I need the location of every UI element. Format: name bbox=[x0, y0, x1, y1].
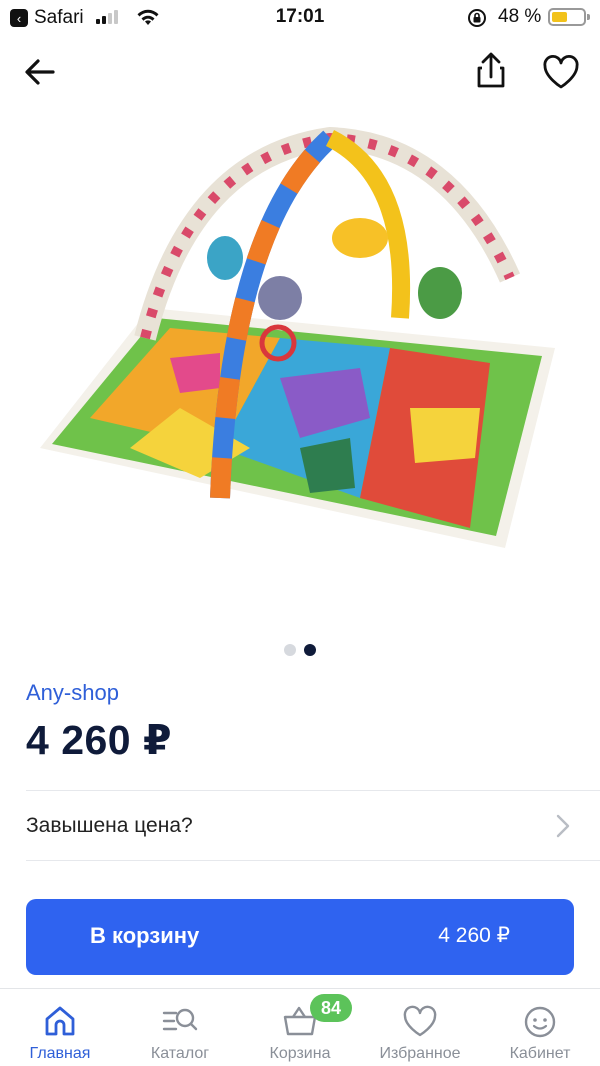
tab-account-label: Кабинет bbox=[509, 1045, 571, 1062]
arrow-left-icon[interactable] bbox=[20, 52, 60, 92]
tab-bar: Главная Каталог Корзина Избранное Кабине… bbox=[0, 988, 600, 1066]
tab-home-label: Главная bbox=[29, 1045, 91, 1062]
add-to-cart-button[interactable]: В корзину 4 260 ₽ bbox=[26, 899, 574, 975]
tab-favorites-label: Избранное bbox=[379, 1045, 461, 1062]
heart-icon[interactable] bbox=[540, 52, 582, 92]
tab-home[interactable]: Главная bbox=[0, 999, 120, 1063]
battery-icon bbox=[548, 8, 590, 26]
home-icon bbox=[45, 1006, 75, 1036]
tab-cart-label: Корзина bbox=[269, 1045, 331, 1062]
cart-count-badge: 84 bbox=[310, 994, 352, 1022]
gallery-pagination[interactable] bbox=[0, 644, 600, 656]
report-price-row[interactable]: Завышена цена? bbox=[26, 792, 600, 860]
product-image[interactable] bbox=[30, 118, 570, 578]
divider bbox=[26, 860, 600, 861]
report-price-label: Завышена цена? bbox=[26, 814, 193, 837]
add-to-cart-label: В корзину bbox=[90, 923, 200, 948]
shop-link[interactable]: Any-shop bbox=[26, 680, 119, 706]
share-icon[interactable] bbox=[470, 50, 512, 92]
rotation-lock-icon bbox=[468, 9, 486, 27]
gallery-dot[interactable] bbox=[284, 644, 296, 656]
smiley-icon bbox=[524, 1006, 556, 1038]
battery-percent: 48 % bbox=[498, 6, 542, 27]
cart-bar: В корзину 4 260 ₽ bbox=[0, 884, 600, 988]
tab-account[interactable]: Кабинет bbox=[480, 999, 600, 1063]
chevron-right-icon bbox=[556, 814, 570, 838]
status-bar: ‹ Safari 17:01 48 % bbox=[0, 0, 600, 34]
divider bbox=[26, 790, 600, 791]
heart-icon bbox=[403, 1005, 437, 1037]
tab-catalog[interactable]: Каталог bbox=[120, 999, 240, 1063]
product-price: 4 260 ₽ bbox=[26, 717, 173, 763]
tab-favorites[interactable]: Избранное bbox=[360, 999, 480, 1063]
add-to-cart-price: 4 260 ₽ bbox=[438, 924, 510, 947]
catalog-search-icon bbox=[162, 1008, 198, 1031]
gallery-dot-active[interactable] bbox=[304, 644, 316, 656]
tab-catalog-label: Каталог bbox=[150, 1045, 210, 1062]
